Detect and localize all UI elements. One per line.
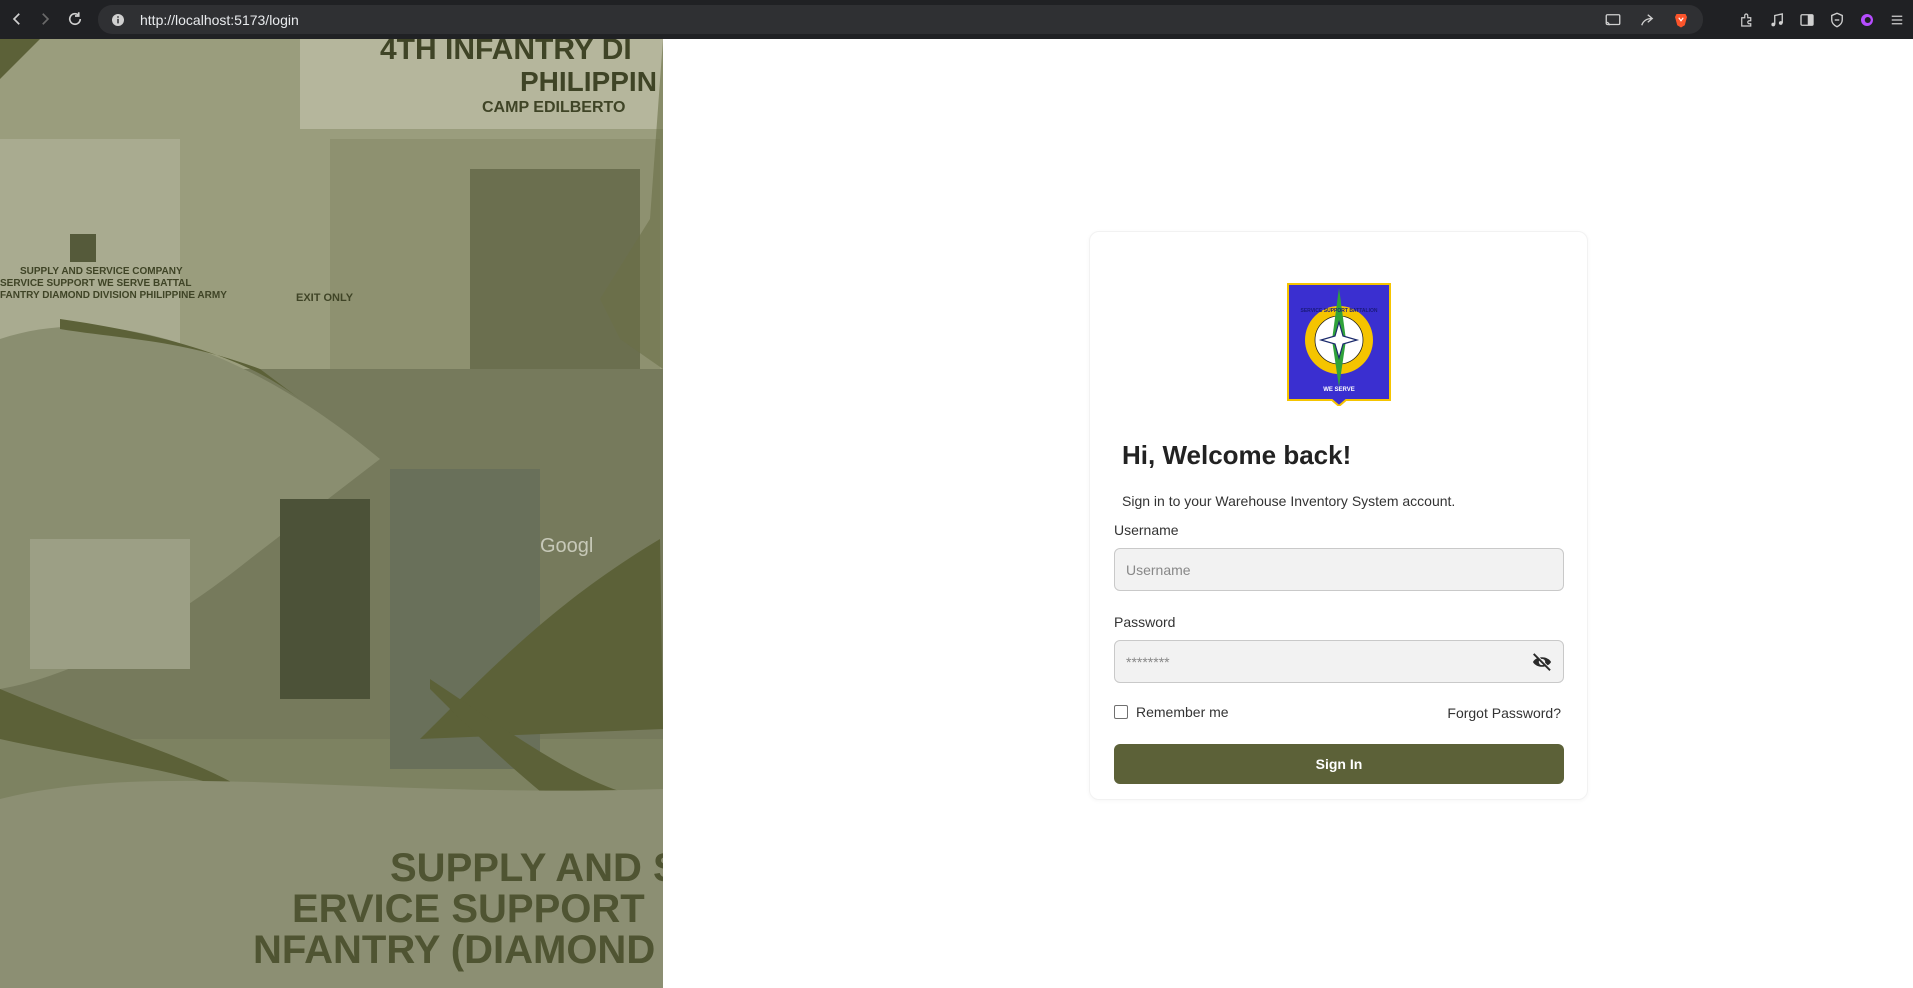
hero-banner-line2: ERVICE SUPPORT — [292, 887, 645, 931]
hero-collage: 4TH INFANTRY DI PHILIPPIN CAMP EDILBERTO… — [0, 39, 663, 988]
hero-banner-line3: NFANTRY (DIAMOND — [253, 928, 655, 972]
logo-motto: WE SERVE — [1323, 387, 1355, 393]
browser-toolbar: http://localhost:5173/login — [0, 0, 1913, 39]
welcome-subtitle: Sign in to your Warehouse Inventory Syst… — [1122, 493, 1456, 509]
reload-icon[interactable] — [62, 6, 88, 32]
hero-plaque-line3: FANTRY DIAMOND DIVISION PHILIPPINE ARMY — [0, 290, 227, 301]
address-bar[interactable]: http://localhost:5173/login — [98, 5, 1703, 34]
cast-icon[interactable] — [1603, 10, 1623, 30]
hero-plaque-line2: SERVICE SUPPORT WE SERVE BATTAL — [0, 278, 192, 289]
username-input[interactable]: Username — [1114, 548, 1564, 591]
sign-in-button[interactable]: Sign In — [1114, 744, 1564, 784]
login-card: SERVICE SUPPORT BATTALION WE SERVE Hi, W… — [1089, 231, 1588, 800]
remember-me-label: Remember me — [1136, 704, 1229, 720]
remember-me-row: Remember me — [1114, 704, 1229, 720]
password-label: Password — [1114, 614, 1176, 630]
brave-shield-icon[interactable] — [1671, 10, 1691, 30]
forward-icon[interactable] — [32, 6, 58, 32]
vpn-shield-icon[interactable] — [1827, 10, 1847, 30]
hero-banner-line1: SUPPLY AND S — [390, 846, 663, 890]
sidebar-icon[interactable] — [1797, 10, 1817, 30]
toggle-visibility-icon[interactable] — [1531, 652, 1553, 672]
hero-exit-sign: EXIT ONLY — [296, 292, 354, 304]
password-input[interactable]: ******** — [1114, 640, 1564, 683]
menu-icon[interactable] — [1887, 10, 1907, 30]
profile-icon[interactable] — [1857, 10, 1877, 30]
password-masked-value: ******** — [1126, 653, 1170, 670]
hero-sign-line3: CAMP EDILBERTO — [482, 99, 625, 116]
username-label: Username — [1114, 522, 1179, 538]
username-placeholder: Username — [1126, 561, 1191, 578]
share-icon[interactable] — [1637, 10, 1657, 30]
back-icon[interactable] — [4, 6, 30, 32]
hero-image: 4TH INFANTRY DI PHILIPPIN CAMP EDILBERTO… — [0, 39, 663, 988]
extensions-icon[interactable] — [1737, 10, 1757, 30]
logo-ring-text: SERVICE SUPPORT BATTALION — [1301, 308, 1378, 314]
welcome-title: Hi, Welcome back! — [1122, 440, 1352, 470]
hero-plaque-line1: SUPPLY AND SERVICE COMPANY — [20, 266, 183, 277]
site-info-icon[interactable] — [108, 10, 128, 30]
hero-watermark: Googl — [540, 535, 593, 557]
battalion-logo: SERVICE SUPPORT BATTALION WE SERVE — [1287, 283, 1391, 406]
music-icon[interactable] — [1767, 10, 1787, 30]
hero-sign-line1: 4TH INFANTRY DI — [380, 39, 632, 66]
forgot-password-link[interactable]: Forgot Password? — [1447, 705, 1561, 721]
hero-sign-line2: PHILIPPIN — [520, 66, 657, 97]
remember-me-checkbox[interactable] — [1114, 705, 1128, 719]
url-text: http://localhost:5173/login — [140, 11, 299, 28]
